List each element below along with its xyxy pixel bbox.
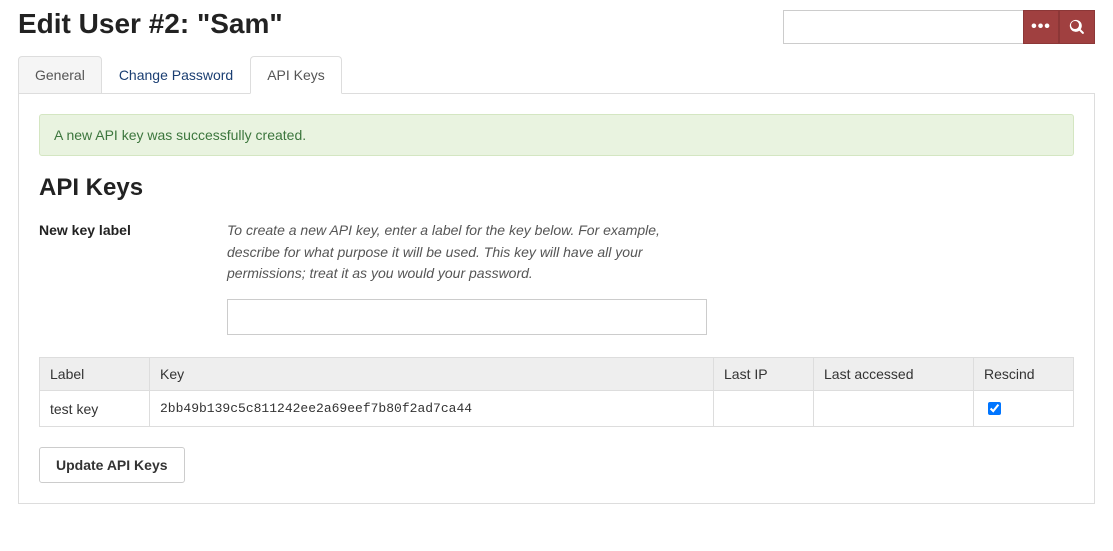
tab-api-keys[interactable]: API Keys: [250, 56, 342, 94]
tab-general[interactable]: General: [18, 56, 102, 94]
table-row: test key 2bb49b139c5c811242ee2a69eef7b80…: [40, 391, 1074, 427]
update-api-keys-button[interactable]: Update API Keys: [39, 447, 185, 483]
search-input[interactable]: [783, 10, 1023, 44]
search-button[interactable]: [1059, 10, 1095, 44]
new-key-row: New key label To create a new API key, e…: [39, 220, 1074, 335]
search-group: •••: [783, 10, 1095, 44]
success-alert: A new API key was successfully created.: [39, 114, 1074, 156]
search-icon: [1069, 19, 1085, 35]
new-key-input[interactable]: [227, 299, 707, 335]
section-title: API Keys: [39, 174, 1074, 202]
api-keys-table: Label Key Last IP Last accessed Rescind …: [39, 357, 1074, 427]
tab-panel-api-keys: A new API key was successfully created. …: [18, 94, 1095, 504]
ellipsis-icon: •••: [1031, 19, 1051, 35]
th-label: Label: [40, 358, 150, 391]
new-key-label: New key label: [39, 220, 227, 238]
cell-label: test key: [40, 391, 150, 427]
page-title: Edit User #2: "Sam": [18, 8, 283, 40]
rescind-checkbox[interactable]: [988, 402, 1001, 415]
th-key: Key: [150, 358, 714, 391]
th-last-accessed: Last accessed: [814, 358, 974, 391]
search-options-button[interactable]: •••: [1023, 10, 1059, 44]
cell-last-ip: [714, 391, 814, 427]
th-last-ip: Last IP: [714, 358, 814, 391]
new-key-help: To create a new API key, enter a label f…: [227, 220, 707, 285]
th-rescind: Rescind: [974, 358, 1074, 391]
tabs: General Change Password API Keys: [18, 56, 1095, 94]
cell-key: 2bb49b139c5c811242ee2a69eef7b80f2ad7ca44: [150, 391, 714, 427]
cell-rescind: [974, 391, 1074, 427]
tab-change-password[interactable]: Change Password: [102, 56, 250, 94]
cell-last-accessed: [814, 391, 974, 427]
